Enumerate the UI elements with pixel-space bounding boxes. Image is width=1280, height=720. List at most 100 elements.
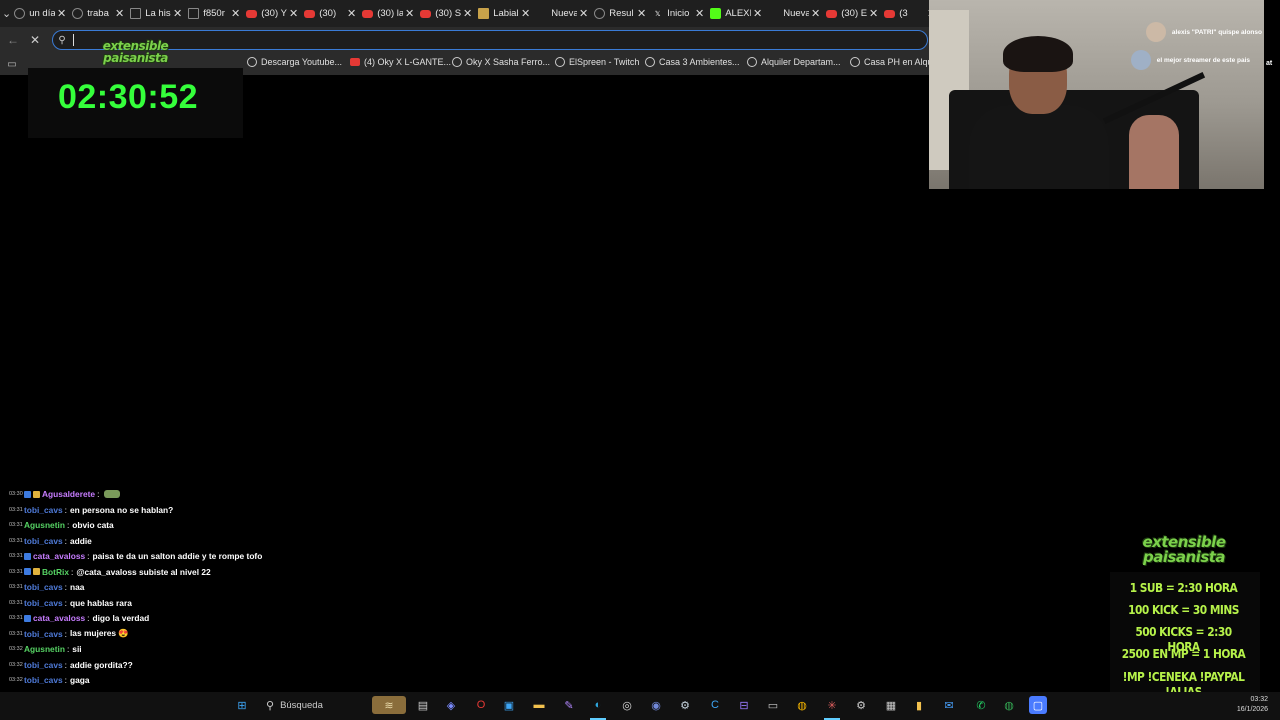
close-tab-icon[interactable]: ✕ xyxy=(695,7,704,20)
browser-tab[interactable]: ALEXI ✕ xyxy=(707,3,765,25)
globe-icon xyxy=(247,57,257,67)
taskbar-ccleaner-icon[interactable]: C xyxy=(706,696,724,714)
close-tab-icon[interactable]: ✕ xyxy=(811,7,820,20)
browser-tab[interactable]: (30) E ✕ xyxy=(823,3,881,25)
chat-username[interactable]: Agusnetin xyxy=(24,520,65,530)
tab-search-chevron-icon[interactable]: ⌄ xyxy=(2,2,11,26)
taskbar-terminal-icon[interactable]: ▭ xyxy=(764,696,782,714)
taskbar-settings-icon[interactable]: ⚙ xyxy=(852,696,870,714)
bookmark-item[interactable]: Alquiler Departam... xyxy=(747,57,841,67)
chat-username[interactable]: tobi_cavs xyxy=(24,582,63,592)
taskbar-whatsapp-icon[interactable]: ✆ xyxy=(972,696,990,714)
bookmarks-menu-icon[interactable]: ▭ xyxy=(0,59,24,70)
bookmark-item[interactable]: Casa PH en Alquil xyxy=(850,57,937,67)
rule-line: 100 KICK = 30 MINS xyxy=(1128,602,1239,617)
tab-title: (30) S xyxy=(435,8,461,19)
taskbar-folder-icon[interactable]: ▬ xyxy=(530,696,548,714)
search-icon: ⚲ xyxy=(266,699,275,712)
chat-username[interactable]: tobi_cavs xyxy=(24,536,63,546)
taskbar-opera-icon[interactable]: O xyxy=(472,696,490,714)
browser-tab[interactable]: (30) ✕ xyxy=(301,3,359,25)
taskbar-app-icon[interactable]: ▢ xyxy=(1029,696,1047,714)
taskbar-xmind-icon[interactable]: ✳ xyxy=(823,696,841,714)
chat-timestamp: 03:31 xyxy=(9,568,23,575)
bookmark-item[interactable]: ElSpreen - Twitch xyxy=(555,57,639,67)
close-tab-icon[interactable]: ✕ xyxy=(289,7,298,20)
taskbar-edge-icon[interactable]: ◐ xyxy=(589,696,607,714)
chat-username[interactable]: Agusalderete xyxy=(42,489,95,499)
close-tab-icon[interactable]: ✕ xyxy=(231,7,240,20)
close-tab-icon[interactable]: ✕ xyxy=(463,7,472,20)
bookmark-item[interactable]: Oky X Sasha Ferro... xyxy=(452,57,550,67)
chat-timestamp: 03:31 xyxy=(9,599,23,606)
chat-username[interactable]: tobi_cavs xyxy=(24,660,63,670)
bookmark-item[interactable]: Casa 3 Ambientes... xyxy=(645,57,740,67)
close-tab-icon[interactable]: ✕ xyxy=(521,7,530,20)
browser-tab[interactable]: Labial ✕ xyxy=(475,3,533,25)
taskbar-app-grid-icon[interactable]: ⊟ xyxy=(735,696,753,714)
browser-tab[interactable]: traba ✕ xyxy=(69,3,127,25)
system-clock[interactable]: 03:32 16/1/2026 xyxy=(1237,695,1268,715)
donor-name: alexis "PATRI" quispe alonso xyxy=(1171,28,1262,36)
close-tab-icon[interactable]: ✕ xyxy=(579,7,588,20)
search-icon: ⚲ xyxy=(58,34,66,46)
taskbar-chrome-alt-icon[interactable]: ◍ xyxy=(1000,696,1018,714)
close-tab-icon[interactable]: ✕ xyxy=(869,7,878,20)
chat-message: 03:31 tobi_cavs: naa xyxy=(9,580,84,594)
taskbar-obs-icon[interactable]: ◎ xyxy=(618,696,636,714)
close-tab-icon[interactable]: ✕ xyxy=(347,7,356,20)
taskbar-file-explorer-icon[interactable]: ▤ xyxy=(414,696,432,714)
chat-username[interactable]: tobi_cavs xyxy=(24,505,63,515)
browser-tab-strip: ⌄ un día ✕ traba ✕ La his ✕ f850r ✕ (30) Y ✕ (30) ✕… xyxy=(0,0,930,27)
browser-tab[interactable]: (30) la ✕ xyxy=(359,3,417,25)
taskbar-store-icon[interactable]: ▣ xyxy=(500,696,518,714)
browser-tab[interactable]: Resul ✕ xyxy=(591,3,649,25)
chat-username[interactable]: Agusnetin xyxy=(24,644,65,654)
close-tab-icon[interactable]: ✕ xyxy=(173,7,182,20)
bookmark-item[interactable]: Descarga Youtube... xyxy=(247,57,342,67)
chat-username[interactable]: tobi_cavs xyxy=(24,629,63,639)
close-tab-icon[interactable]: ✕ xyxy=(57,7,66,20)
taskbar-copilot-icon[interactable]: ◈ xyxy=(442,696,460,714)
taskbar-calculator-icon[interactable]: ▦ xyxy=(882,696,900,714)
chat-username[interactable]: cata_avaloss xyxy=(33,613,85,623)
close-tab-icon[interactable]: ✕ xyxy=(753,7,762,20)
tab-title: un día xyxy=(29,8,55,19)
chat-username[interactable]: tobi_cavs xyxy=(24,598,63,608)
back-arrow-icon[interactable]: ← xyxy=(2,29,24,51)
close-tab-icon[interactable]: ✕ xyxy=(405,7,414,20)
tab-title: Nueva xyxy=(551,8,577,19)
taskbar-chrome-icon[interactable]: ◍ xyxy=(793,696,811,714)
browser-tab[interactable]: La his ✕ xyxy=(127,3,185,25)
chat-text: en persona no se hablan? xyxy=(69,504,174,515)
close-tab-icon[interactable]: ✕ xyxy=(637,7,646,20)
chat-username[interactable]: tobi_cavs xyxy=(24,675,63,685)
stop-loading-icon[interactable]: ✕ xyxy=(24,29,46,51)
taskbar-pen-icon[interactable]: ✎ xyxy=(560,696,578,714)
tab-title: (30) xyxy=(319,8,337,19)
close-tab-icon[interactable]: ✕ xyxy=(115,7,124,20)
chat-username[interactable]: BotRix xyxy=(42,567,69,577)
bookmark-item[interactable]: (4) Oky X L-GANTE... xyxy=(350,57,451,67)
blank-favicon xyxy=(536,8,547,19)
browser-tab[interactable]: Nueva ✕ xyxy=(765,3,823,25)
taskbar-mail-icon[interactable]: ✉ xyxy=(940,696,958,714)
browser-tab[interactable]: (3✕ xyxy=(881,3,930,25)
taskbar-steam-icon[interactable]: ⚙ xyxy=(676,696,694,714)
chat-message: 03:31 tobi_cavs: en persona no se hablan? xyxy=(9,503,173,517)
browser-tab[interactable]: (30) S ✕ xyxy=(417,3,475,25)
taskbar-notes-icon[interactable]: ▮ xyxy=(910,696,928,714)
donation-alert-2: el mejor streamer de este pais xyxy=(1130,50,1250,70)
browser-tab[interactable]: 𝕏 Inicio ✕ xyxy=(649,3,707,25)
tab-title: ALEXI xyxy=(725,8,751,19)
taskbar-discord-icon[interactable]: ◉ xyxy=(647,696,665,714)
taskbar-landscape-widget-icon[interactable]: ≋ xyxy=(372,696,406,714)
browser-tab[interactable]: un día ✕ xyxy=(11,3,69,25)
taskbar-windows-icon[interactable]: ⊞ xyxy=(233,696,251,714)
chat-separator: : xyxy=(64,659,67,670)
browser-tab[interactable]: Nueva ✕ xyxy=(533,3,591,25)
chat-username[interactable]: cata_avaloss xyxy=(33,551,85,561)
address-bar[interactable]: ⚲ xyxy=(52,30,928,50)
browser-tab[interactable]: (30) Y ✕ xyxy=(243,3,301,25)
browser-tab[interactable]: f850r ✕ xyxy=(185,3,243,25)
